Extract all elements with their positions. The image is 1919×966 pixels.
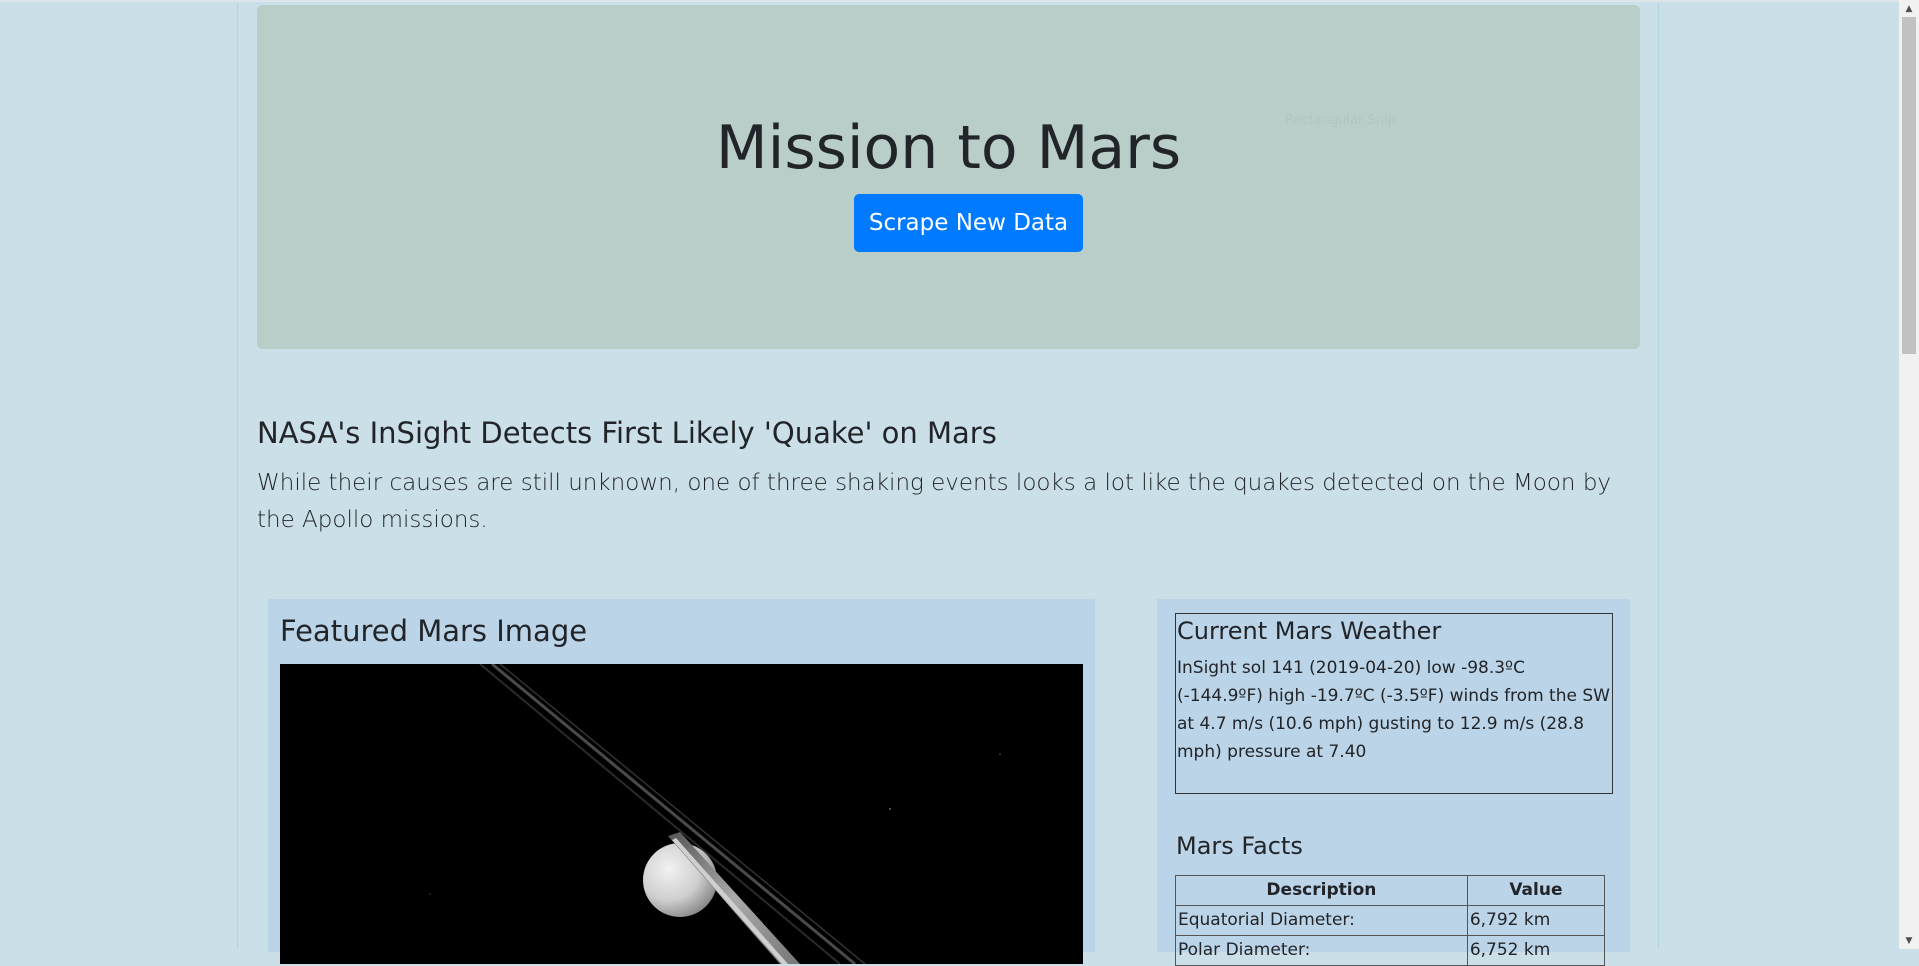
news-title: NASA's InSight Detects First Likely 'Qua… — [257, 416, 997, 450]
fact-value: 6,752 km — [1466, 935, 1606, 966]
jumbotron-header: Mission to Mars Rectangular Snip Scrape … — [257, 5, 1640, 349]
table-row: Equatorial Diameter: 6,792 km — [1175, 905, 1606, 936]
weather-text: InSight sol 141 (2019-04-20) low -98.3ºC… — [1177, 658, 1610, 762]
weather-heading: Current Mars Weather — [1177, 617, 1442, 645]
table-row: Polar Diameter: 6,752 km — [1175, 935, 1606, 966]
snip-overlay-text: Rectangular Snip — [1285, 113, 1396, 128]
column-header-value: Value — [1466, 875, 1606, 906]
mars-facts-heading: Mars Facts — [1176, 832, 1303, 860]
mars-facts-table: Description Value Equatorial Diameter: 6… — [1175, 875, 1606, 966]
fact-description: Polar Diameter: — [1175, 935, 1468, 966]
fact-description: Equatorial Diameter: — [1175, 905, 1468, 936]
side-panel: Current Mars Weather InSight sol 141 (20… — [1157, 599, 1630, 966]
featured-image-card: Featured Mars Image — [268, 599, 1095, 964]
scroll-up-arrow-icon[interactable]: ▲ — [1899, 0, 1919, 17]
scrape-new-data-button[interactable]: Scrape New Data — [854, 194, 1083, 252]
table-header-row: Description Value — [1175, 875, 1606, 906]
window-top-edge — [0, 0, 1899, 2]
vertical-scrollbar[interactable]: ▲ ▼ — [1899, 0, 1919, 949]
news-paragraph: While their causes are still unknown, on… — [257, 470, 1612, 533]
page-container: Mission to Mars Rectangular Snip Scrape … — [237, 3, 1659, 966]
column-header-description: Description — [1175, 875, 1468, 906]
mars-weather-box: Current Mars Weather InSight sol 141 (20… — [1175, 613, 1613, 794]
featured-mars-image[interactable] — [280, 664, 1083, 964]
saturn-rings-image — [280, 664, 1083, 964]
fact-value: 6,792 km — [1466, 905, 1606, 936]
featured-image-heading: Featured Mars Image — [280, 614, 588, 648]
scroll-down-arrow-icon[interactable]: ▼ — [1899, 932, 1919, 949]
scrollbar-thumb[interactable] — [1902, 17, 1916, 354]
page-title: Mission to Mars — [715, 113, 1182, 183]
